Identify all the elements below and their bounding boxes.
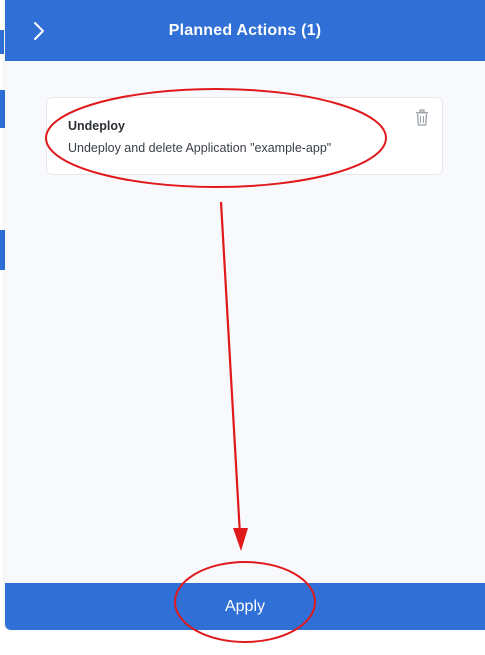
- planned-actions-drawer: Planned Actions (1) Undeploy Undeploy an…: [5, 0, 485, 630]
- collapse-drawer-button[interactable]: [27, 18, 51, 44]
- background-page-edge: [0, 30, 4, 54]
- planned-action-card: Undeploy Undeploy and delete Application…: [46, 97, 443, 175]
- delete-action-button[interactable]: [414, 109, 430, 127]
- drawer-title: Planned Actions (1): [168, 21, 322, 39]
- action-description: Undeploy and delete Application "example…: [68, 141, 332, 155]
- drawer-header: Planned Actions (1): [5, 0, 485, 61]
- apply-button[interactable]: Apply: [5, 583, 485, 630]
- action-title: Undeploy: [68, 119, 125, 133]
- chevron-right-icon: [34, 22, 44, 40]
- trash-icon: [416, 109, 428, 126]
